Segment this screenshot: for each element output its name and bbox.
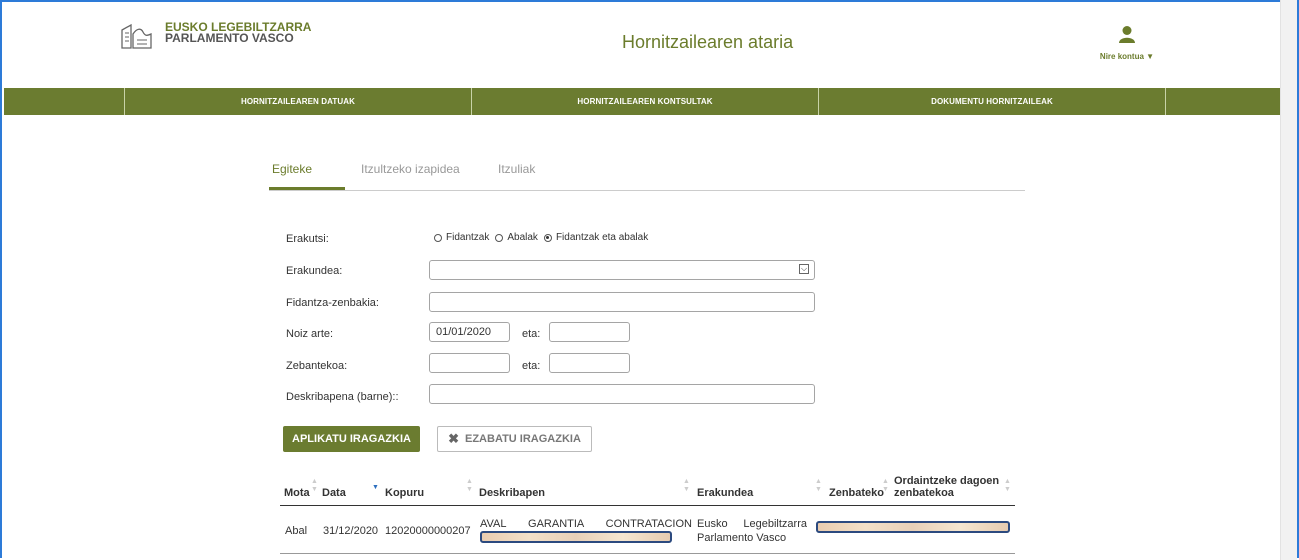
nav-supplier-documents[interactable]: DOKUMENTU HORNITZAILEAK bbox=[819, 88, 1166, 115]
amount-to-input[interactable] bbox=[549, 353, 630, 373]
guarantee-number-input[interactable] bbox=[429, 292, 815, 312]
column-header-type[interactable]: Mota bbox=[284, 487, 310, 499]
app-title: Hornitzailearen ataria bbox=[622, 32, 794, 52]
radio-sureties-label[interactable]: Abalak bbox=[507, 232, 538, 243]
description-label: Deskribapena (barne):: bbox=[286, 391, 399, 403]
tab-return-process[interactable]: Itzultzeko izapidea bbox=[361, 162, 460, 176]
table-row-divider bbox=[280, 553, 1015, 554]
description-input[interactable] bbox=[429, 384, 815, 404]
column-header-amount[interactable]: Kopuru bbox=[385, 487, 424, 499]
nav-spacer bbox=[4, 88, 125, 115]
entity-select[interactable]: ⌵ bbox=[429, 260, 815, 280]
cell-date: 31/12/2020 bbox=[323, 525, 379, 537]
main-navbar: HORNITZAILEAREN DATUAK HORNITZAILEAREN K… bbox=[4, 88, 1280, 115]
close-icon: ✖ bbox=[448, 431, 459, 446]
table-header-divider bbox=[280, 505, 1015, 506]
redacted-description bbox=[480, 531, 672, 543]
sort-icon[interactable]: ▲ ▼ bbox=[466, 478, 473, 494]
clear-filter-label: EZABATU IRAGAZKIA bbox=[465, 433, 581, 445]
clear-filter-button[interactable]: ✖ EZABATU IRAGAZKIA bbox=[437, 426, 592, 452]
vertical-scrollbar[interactable] bbox=[1280, 0, 1297, 560]
apply-filter-button[interactable]: APLIKATU IRAGAZKIA bbox=[283, 426, 420, 452]
page-header: EUSKO LEGEBILTZARRA PARLAMENTO VASCO Hor… bbox=[0, 0, 1280, 88]
until-to-input[interactable] bbox=[549, 322, 630, 342]
sort-icon[interactable]: ▲ ▼ bbox=[683, 478, 690, 494]
cell-amount: 12020000000207 bbox=[385, 525, 471, 537]
active-tab-indicator bbox=[269, 187, 345, 190]
redacted-amounts bbox=[816, 521, 1010, 533]
sort-desc-icon[interactable]: ▼ bbox=[372, 484, 379, 492]
column-header-value[interactable]: Zenbateko bbox=[829, 487, 884, 499]
show-radio-group: Fidantzak Abalak Fidantzak eta abalak bbox=[434, 232, 654, 243]
until-and-label: eta: bbox=[522, 328, 541, 340]
amount-label: Zebantekoa: bbox=[286, 360, 348, 372]
sort-icon[interactable]: ▲ ▼ bbox=[815, 478, 822, 494]
parliament-logo-icon bbox=[121, 23, 152, 49]
column-header-pending-line1[interactable]: Ordaintzeke dagoen bbox=[894, 475, 999, 487]
amount-and-label: eta: bbox=[522, 360, 541, 372]
column-header-description[interactable]: Deskribapen bbox=[479, 487, 545, 499]
sort-icon[interactable]: ▲ ▼ bbox=[882, 478, 889, 494]
cell-type: Abal bbox=[285, 525, 308, 537]
sort-icon[interactable]: ▲ ▼ bbox=[1004, 478, 1011, 494]
tab-returned[interactable]: Itzuliak bbox=[498, 162, 535, 176]
tab-bar: Egiteke Itzultzeko izapidea Itzuliak bbox=[269, 156, 1025, 191]
cell-description: AVAL GARANTIA CONTRATACION bbox=[480, 518, 692, 530]
column-header-date[interactable]: Data bbox=[322, 487, 346, 499]
parliament-logo[interactable]: EUSKO LEGEBILTZARRA PARLAMENTO VASCO bbox=[119, 21, 311, 52]
nav-supplier-queries[interactable]: HORNITZAILEAREN KONTSULTAK bbox=[472, 88, 819, 115]
guarantee-number-label: Fidantza-zenbakia: bbox=[286, 297, 379, 309]
logo-line2: PARLAMENTO VASCO bbox=[165, 31, 294, 45]
sort-icon[interactable]: ▲ ▼ bbox=[311, 478, 318, 494]
cell-entity-line2: Parlamento Vasco bbox=[697, 532, 787, 544]
radio-both[interactable] bbox=[543, 233, 552, 242]
until-label: Noiz arte: bbox=[286, 328, 334, 340]
nav-supplier-data[interactable]: HORNITZAILEAREN DATUAK bbox=[125, 88, 472, 115]
column-header-pending-line2[interactable]: zenbatekoa bbox=[894, 487, 954, 499]
radio-both-label[interactable]: Fidantzak eta abalak bbox=[556, 232, 648, 243]
until-from-input[interactable]: 01/01/2020 bbox=[429, 322, 510, 342]
radio-guarantees-label[interactable]: Fidantzak bbox=[446, 232, 489, 243]
radio-sureties[interactable] bbox=[495, 233, 504, 242]
cell-entity-line1: Eusko Legebiltzarra bbox=[697, 518, 807, 530]
account-menu[interactable]: Nire kontua ▼ bbox=[1088, 25, 1166, 61]
account-label: Nire kontua ▼ bbox=[1099, 52, 1155, 61]
user-icon bbox=[1119, 26, 1135, 43]
column-header-entity[interactable]: Erakundea bbox=[697, 487, 753, 499]
show-label: Erakutsi: bbox=[286, 233, 329, 245]
radio-guarantees[interactable] bbox=[434, 233, 442, 242]
entity-label: Erakundea: bbox=[286, 265, 343, 277]
chevron-down-icon[interactable]: ⌵ bbox=[799, 264, 809, 274]
tab-pending[interactable]: Egiteke bbox=[272, 162, 312, 176]
amount-from-input[interactable] bbox=[429, 353, 510, 373]
